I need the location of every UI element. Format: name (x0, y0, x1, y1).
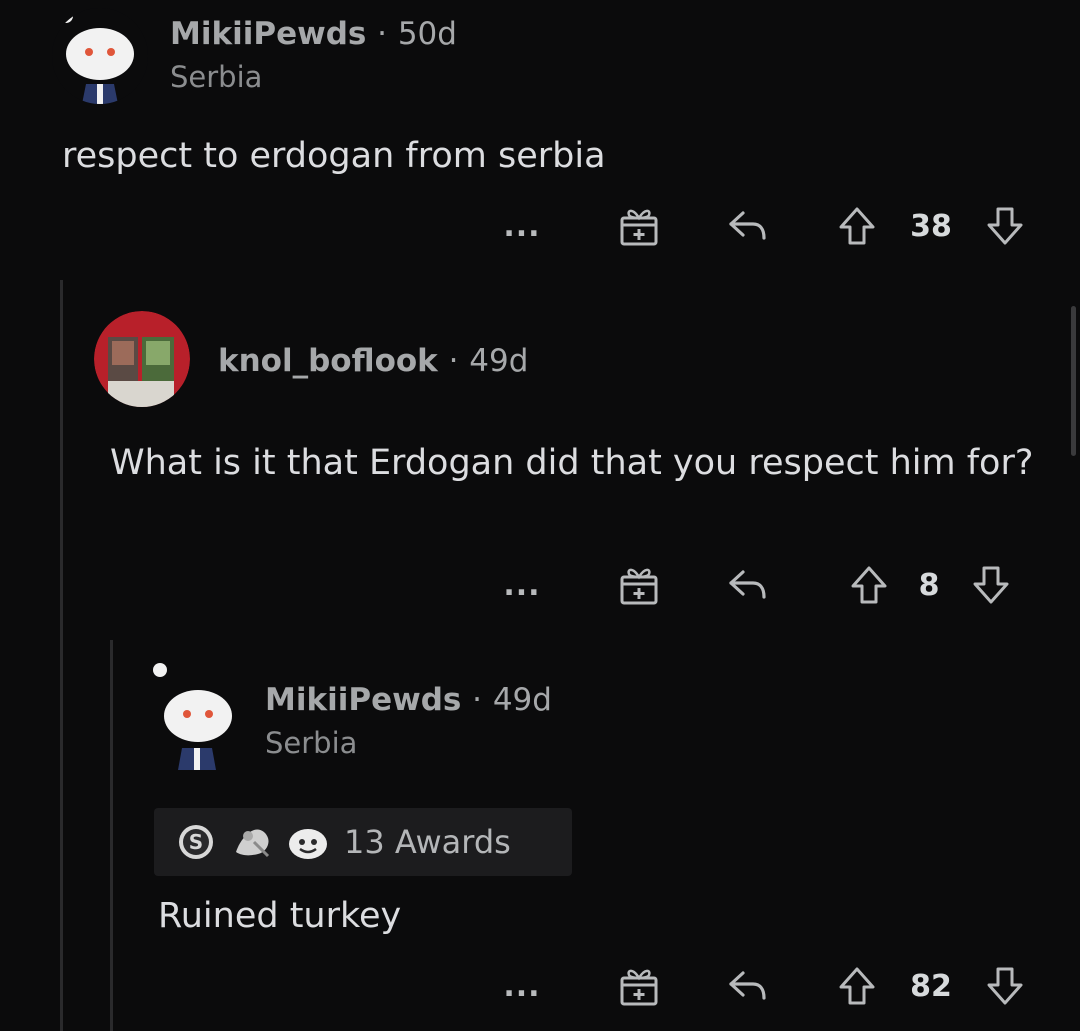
awards-count: 13 Awards (344, 823, 511, 861)
comment-actions: ... 8 (0, 555, 1080, 615)
username[interactable]: MikiiPewds (170, 16, 366, 52)
comment-body: What is it that Erdogan did that you res… (110, 443, 1034, 483)
avatar[interactable] (94, 311, 190, 407)
give-award-button[interactable] (612, 196, 666, 256)
username[interactable]: MikiiPewds (265, 682, 461, 718)
vote-score: 82 (910, 968, 952, 1004)
arrow-down-icon (987, 207, 1023, 245)
upvote-button[interactable] (832, 956, 882, 1016)
reply-button[interactable] (720, 956, 774, 1016)
wholesome-award-icon (236, 829, 270, 858)
arrow-up-icon (851, 566, 887, 604)
awards-bar[interactable]: S 13 Awards (154, 808, 572, 876)
gift-icon (620, 209, 658, 246)
downvote-button[interactable] (966, 555, 1016, 615)
give-award-button[interactable] (612, 956, 666, 1016)
meta-separator: · (377, 16, 388, 52)
meta-separator: · (472, 682, 483, 718)
silver-award-icon: S (179, 825, 213, 859)
helpful-award-icon (289, 829, 327, 859)
svg-text:S: S (189, 830, 203, 854)
comment-author[interactable]: MikiiPewds · 49d (265, 682, 552, 718)
more-options-button[interactable]: ... (498, 956, 546, 1016)
reply-icon (729, 211, 766, 240)
comment-actions: ... 82 (0, 956, 1080, 1016)
avatar[interactable] (52, 8, 148, 104)
downvote-button[interactable] (980, 956, 1030, 1016)
more-options-button[interactable]: ... (498, 555, 546, 615)
arrow-up-icon (839, 207, 875, 245)
comment-actions: ... 38 (0, 196, 1080, 256)
gift-icon (620, 969, 658, 1006)
comment-body: Ruined turkey (158, 896, 402, 936)
upvote-button[interactable] (844, 555, 894, 615)
user-flair: Serbia (265, 726, 358, 760)
arrow-up-icon (839, 967, 875, 1005)
username[interactable]: knol_boflook (218, 343, 438, 379)
comment-author[interactable]: MikiiPewds · 50d (170, 16, 457, 52)
reply-icon (729, 971, 766, 1000)
reply-button[interactable] (720, 196, 774, 256)
gift-icon (620, 568, 658, 605)
arrow-down-icon (973, 566, 1009, 604)
give-award-button[interactable] (612, 555, 666, 615)
user-flair: Serbia (170, 60, 263, 94)
comment-age: 49d (492, 682, 552, 718)
comment-body: respect to erdogan from serbia (62, 136, 606, 176)
downvote-button[interactable] (980, 196, 1030, 256)
vote-score: 8 (918, 567, 940, 603)
arrow-down-icon (987, 967, 1023, 1005)
meta-separator: · (448, 343, 459, 379)
scrollbar[interactable] (1071, 306, 1076, 456)
reply-icon (729, 570, 766, 599)
avatar[interactable] (146, 660, 242, 770)
vote-score: 38 (910, 208, 952, 244)
reply-button[interactable] (720, 555, 774, 615)
more-options-button[interactable]: ... (498, 196, 546, 256)
comment-age: 49d (469, 343, 529, 379)
thread-line-level-1 (60, 280, 63, 1031)
comment-author[interactable]: knol_boflook · 49d (218, 343, 528, 379)
comment-age: 50d (397, 16, 457, 52)
upvote-button[interactable] (832, 196, 882, 256)
